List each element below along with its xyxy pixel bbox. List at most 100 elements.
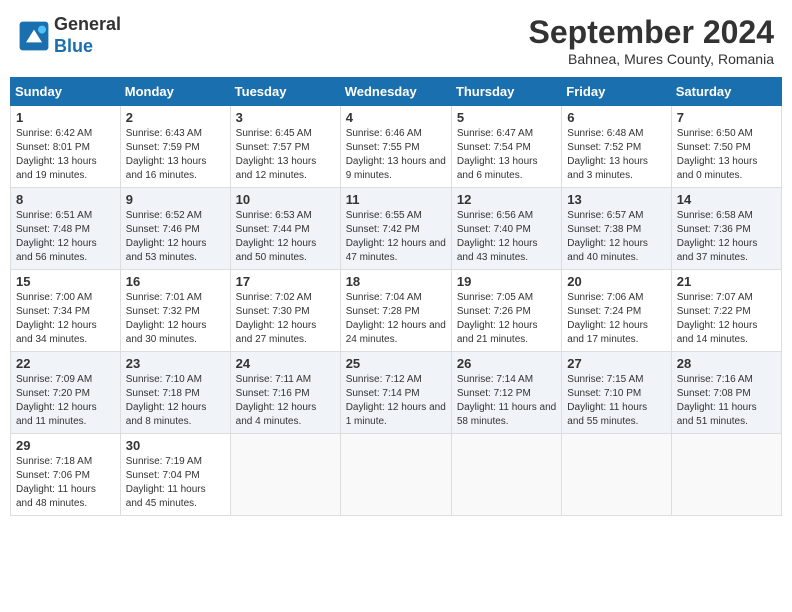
day-info: Sunrise: 7:07 AM Sunset: 7:22 PM Dayligh…: [677, 291, 776, 347]
sunset-label: Sunset: 7:04 PM: [126, 470, 200, 481]
sunrise-label: Sunrise: 6:43 AM: [126, 128, 202, 139]
logo-general-text: General: [54, 14, 121, 34]
sunset-label: Sunset: 7:44 PM: [236, 224, 310, 235]
day-number: 15: [16, 274, 115, 289]
calendar-cell: 26 Sunrise: 7:14 AM Sunset: 7:12 PM Dayl…: [451, 352, 561, 434]
day-info: Sunrise: 7:00 AM Sunset: 7:34 PM Dayligh…: [16, 291, 115, 347]
day-number: 23: [126, 356, 225, 371]
day-info: Sunrise: 6:42 AM Sunset: 8:01 PM Dayligh…: [16, 127, 115, 183]
sunset-label: Sunset: 7:22 PM: [677, 306, 751, 317]
day-info: Sunrise: 6:43 AM Sunset: 7:59 PM Dayligh…: [126, 127, 225, 183]
sunset-label: Sunset: 7:28 PM: [346, 306, 420, 317]
day-number: 26: [457, 356, 556, 371]
day-info: Sunrise: 7:09 AM Sunset: 7:20 PM Dayligh…: [16, 373, 115, 429]
day-number: 16: [126, 274, 225, 289]
daylight-label: Daylight: 11 hours and 55 minutes.: [567, 402, 647, 427]
day-info: Sunrise: 6:56 AM Sunset: 7:40 PM Dayligh…: [457, 209, 556, 265]
sunrise-label: Sunrise: 6:55 AM: [346, 210, 422, 221]
daylight-label: Daylight: 13 hours and 6 minutes.: [457, 156, 538, 181]
sunrise-label: Sunrise: 7:04 AM: [346, 292, 422, 303]
day-number: 3: [236, 110, 335, 125]
sunrise-label: Sunrise: 6:57 AM: [567, 210, 643, 221]
day-number: 24: [236, 356, 335, 371]
calendar-week-5: 29 Sunrise: 7:18 AM Sunset: 7:06 PM Dayl…: [11, 434, 782, 516]
sunset-label: Sunset: 7:08 PM: [677, 388, 751, 399]
calendar-cell: [230, 434, 340, 516]
weekday-header-friday: Friday: [562, 78, 671, 106]
sunset-label: Sunset: 7:06 PM: [16, 470, 90, 481]
daylight-label: Daylight: 11 hours and 48 minutes.: [16, 484, 96, 509]
day-info: Sunrise: 6:57 AM Sunset: 7:38 PM Dayligh…: [567, 209, 665, 265]
calendar-cell: 21 Sunrise: 7:07 AM Sunset: 7:22 PM Dayl…: [671, 270, 781, 352]
day-number: 10: [236, 192, 335, 207]
logo-icon: [18, 20, 50, 52]
sunset-label: Sunset: 7:40 PM: [457, 224, 531, 235]
sunset-label: Sunset: 7:38 PM: [567, 224, 641, 235]
title-block: September 2024 Bahnea, Mures County, Rom…: [529, 14, 774, 67]
day-info: Sunrise: 6:47 AM Sunset: 7:54 PM Dayligh…: [457, 127, 556, 183]
day-number: 5: [457, 110, 556, 125]
daylight-label: Daylight: 13 hours and 19 minutes.: [16, 156, 97, 181]
day-info: Sunrise: 6:52 AM Sunset: 7:46 PM Dayligh…: [126, 209, 225, 265]
sunset-label: Sunset: 7:54 PM: [457, 142, 531, 153]
calendar-week-2: 8 Sunrise: 6:51 AM Sunset: 7:48 PM Dayli…: [11, 188, 782, 270]
day-info: Sunrise: 6:48 AM Sunset: 7:52 PM Dayligh…: [567, 127, 665, 183]
day-number: 14: [677, 192, 776, 207]
day-info: Sunrise: 7:15 AM Sunset: 7:10 PM Dayligh…: [567, 373, 665, 429]
day-number: 21: [677, 274, 776, 289]
calendar-week-1: 1 Sunrise: 6:42 AM Sunset: 8:01 PM Dayli…: [11, 106, 782, 188]
day-info: Sunrise: 6:55 AM Sunset: 7:42 PM Dayligh…: [346, 209, 446, 265]
sunrise-label: Sunrise: 7:02 AM: [236, 292, 312, 303]
sunrise-label: Sunrise: 7:05 AM: [457, 292, 533, 303]
sunset-label: Sunset: 7:59 PM: [126, 142, 200, 153]
daylight-label: Daylight: 12 hours and 40 minutes.: [567, 238, 648, 263]
daylight-label: Daylight: 12 hours and 56 minutes.: [16, 238, 97, 263]
daylight-label: Daylight: 12 hours and 17 minutes.: [567, 320, 648, 345]
daylight-label: Daylight: 12 hours and 24 minutes.: [346, 320, 446, 345]
calendar-cell: [562, 434, 671, 516]
day-info: Sunrise: 7:19 AM Sunset: 7:04 PM Dayligh…: [126, 455, 225, 511]
calendar-cell: 1 Sunrise: 6:42 AM Sunset: 8:01 PM Dayli…: [11, 106, 121, 188]
sunrise-label: Sunrise: 7:18 AM: [16, 456, 92, 467]
daylight-label: Daylight: 13 hours and 16 minutes.: [126, 156, 207, 181]
sunrise-label: Sunrise: 7:01 AM: [126, 292, 202, 303]
calendar-cell: 12 Sunrise: 6:56 AM Sunset: 7:40 PM Dayl…: [451, 188, 561, 270]
calendar-cell: 4 Sunrise: 6:46 AM Sunset: 7:55 PM Dayli…: [340, 106, 451, 188]
sunrise-label: Sunrise: 7:09 AM: [16, 374, 92, 385]
day-info: Sunrise: 7:18 AM Sunset: 7:06 PM Dayligh…: [16, 455, 115, 511]
sunrise-label: Sunrise: 6:58 AM: [677, 210, 753, 221]
calendar-cell: [451, 434, 561, 516]
calendar-cell: 22 Sunrise: 7:09 AM Sunset: 7:20 PM Dayl…: [11, 352, 121, 434]
calendar-cell: [340, 434, 451, 516]
calendar-cell: 2 Sunrise: 6:43 AM Sunset: 7:59 PM Dayli…: [120, 106, 230, 188]
day-number: 6: [567, 110, 665, 125]
sunrise-label: Sunrise: 7:00 AM: [16, 292, 92, 303]
calendar-cell: 10 Sunrise: 6:53 AM Sunset: 7:44 PM Dayl…: [230, 188, 340, 270]
calendar-cell: 16 Sunrise: 7:01 AM Sunset: 7:32 PM Dayl…: [120, 270, 230, 352]
month-title: September 2024: [529, 14, 774, 51]
daylight-label: Daylight: 12 hours and 37 minutes.: [677, 238, 758, 263]
calendar-cell: 7 Sunrise: 6:50 AM Sunset: 7:50 PM Dayli…: [671, 106, 781, 188]
daylight-label: Daylight: 12 hours and 27 minutes.: [236, 320, 317, 345]
sunrise-label: Sunrise: 6:48 AM: [567, 128, 643, 139]
calendar-cell: 24 Sunrise: 7:11 AM Sunset: 7:16 PM Dayl…: [230, 352, 340, 434]
daylight-label: Daylight: 13 hours and 3 minutes.: [567, 156, 648, 181]
day-number: 4: [346, 110, 446, 125]
daylight-label: Daylight: 12 hours and 21 minutes.: [457, 320, 538, 345]
day-number: 20: [567, 274, 665, 289]
calendar-week-4: 22 Sunrise: 7:09 AM Sunset: 7:20 PM Dayl…: [11, 352, 782, 434]
day-info: Sunrise: 6:50 AM Sunset: 7:50 PM Dayligh…: [677, 127, 776, 183]
day-info: Sunrise: 6:58 AM Sunset: 7:36 PM Dayligh…: [677, 209, 776, 265]
sunset-label: Sunset: 7:52 PM: [567, 142, 641, 153]
sunset-label: Sunset: 7:32 PM: [126, 306, 200, 317]
day-number: 19: [457, 274, 556, 289]
daylight-label: Daylight: 11 hours and 58 minutes.: [457, 402, 556, 427]
weekday-header-tuesday: Tuesday: [230, 78, 340, 106]
calendar-cell: 8 Sunrise: 6:51 AM Sunset: 7:48 PM Dayli…: [11, 188, 121, 270]
day-number: 18: [346, 274, 446, 289]
sunset-label: Sunset: 7:55 PM: [346, 142, 420, 153]
daylight-label: Daylight: 12 hours and 50 minutes.: [236, 238, 317, 263]
sunrise-label: Sunrise: 7:11 AM: [236, 374, 311, 385]
daylight-label: Daylight: 13 hours and 0 minutes.: [677, 156, 758, 181]
day-info: Sunrise: 6:46 AM Sunset: 7:55 PM Dayligh…: [346, 127, 446, 183]
